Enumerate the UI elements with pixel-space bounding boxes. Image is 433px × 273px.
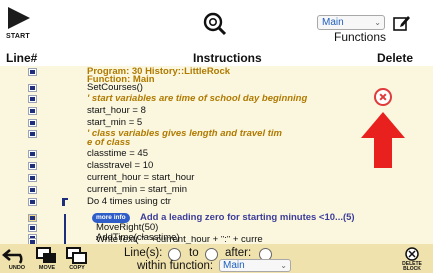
delete-block-icon (405, 247, 419, 261)
line-marker-icon (28, 107, 37, 115)
line-text: AddTime(classtime) (96, 232, 180, 243)
arrow-up-icon (361, 112, 405, 168)
undo-button[interactable]: UNDO (1, 246, 32, 272)
instructions-header: Instructions (193, 51, 262, 65)
functions-label: Functions (334, 30, 387, 44)
line-marker-icon (28, 198, 37, 206)
function-select-value: Main (322, 17, 344, 28)
list-item[interactable]: current_hour = start_hour (0, 172, 433, 184)
top-toolbar: START Main ⌄ Functions (0, 0, 433, 50)
within-function-label: within function: (137, 260, 214, 272)
line-text: Do 4 times using ctr (87, 196, 171, 207)
move-button[interactable]: MOVE (32, 246, 62, 272)
chevron-down-icon: ⌄ (374, 18, 381, 27)
chevron-down-icon: ⌄ (280, 261, 287, 270)
edit-icon[interactable] (393, 14, 411, 32)
loop-bracket-top (62, 198, 68, 200)
loop-bar (64, 232, 66, 244)
undo-icon (1, 249, 23, 264)
undo-label: UNDO (8, 265, 26, 271)
after-label: after: (225, 247, 252, 259)
move-label: MOVE (38, 265, 56, 271)
line-text: start_hour = 8 (87, 105, 146, 116)
suggestion-marker-icon (28, 214, 37, 222)
line-marker-icon (28, 84, 37, 92)
play-icon (8, 7, 30, 29)
line-marker-icon (28, 174, 37, 182)
line-text: classtime = 45 (87, 148, 148, 159)
line-text: classtravel = 10 (87, 160, 154, 171)
copy-label: COPY (69, 265, 85, 271)
line-marker-icon (28, 119, 37, 127)
delete-header: Delete (377, 51, 414, 65)
list-item[interactable]: current_min = start_min (0, 184, 433, 196)
start-label: START (6, 33, 30, 40)
delete-block-label: DELETE BLOCK (402, 261, 422, 272)
to-label: to (189, 247, 199, 259)
within-function-select[interactable]: Main ⌄ (219, 259, 291, 272)
line-text: current_min = start_min (87, 184, 188, 195)
loop-bar (64, 214, 66, 222)
line-marker-icon (28, 150, 37, 158)
lines-label: Line(s): (124, 247, 163, 259)
within-function-value: Main (223, 260, 245, 271)
line-marker-icon (28, 234, 37, 242)
copy-icon (66, 247, 87, 264)
list-item[interactable]: ' start variables are time of school day… (0, 93, 433, 105)
copy-button[interactable]: COPY (62, 246, 92, 272)
magnify-icon[interactable] (203, 12, 227, 36)
line-text: current_hour = start_hour (87, 172, 195, 183)
delete-line-button[interactable] (374, 88, 392, 106)
line-text: ' start variables are time of school day… (87, 93, 308, 104)
start-button[interactable]: START (4, 4, 32, 40)
more-info-button[interactable]: more info (92, 213, 130, 223)
function-select[interactable]: Main ⌄ (317, 15, 385, 30)
line-marker-icon (28, 186, 37, 194)
column-header: Line# Instructions Delete (0, 50, 433, 66)
line-marker-icon (28, 95, 37, 103)
move-icon (36, 247, 56, 263)
suggestion-text: Add a leading zero for starting minutes … (140, 212, 355, 223)
line-marker-icon (28, 162, 37, 170)
line-number-header: Line# (6, 51, 38, 65)
delete-block-button[interactable]: DELETE BLOCK (396, 247, 428, 273)
